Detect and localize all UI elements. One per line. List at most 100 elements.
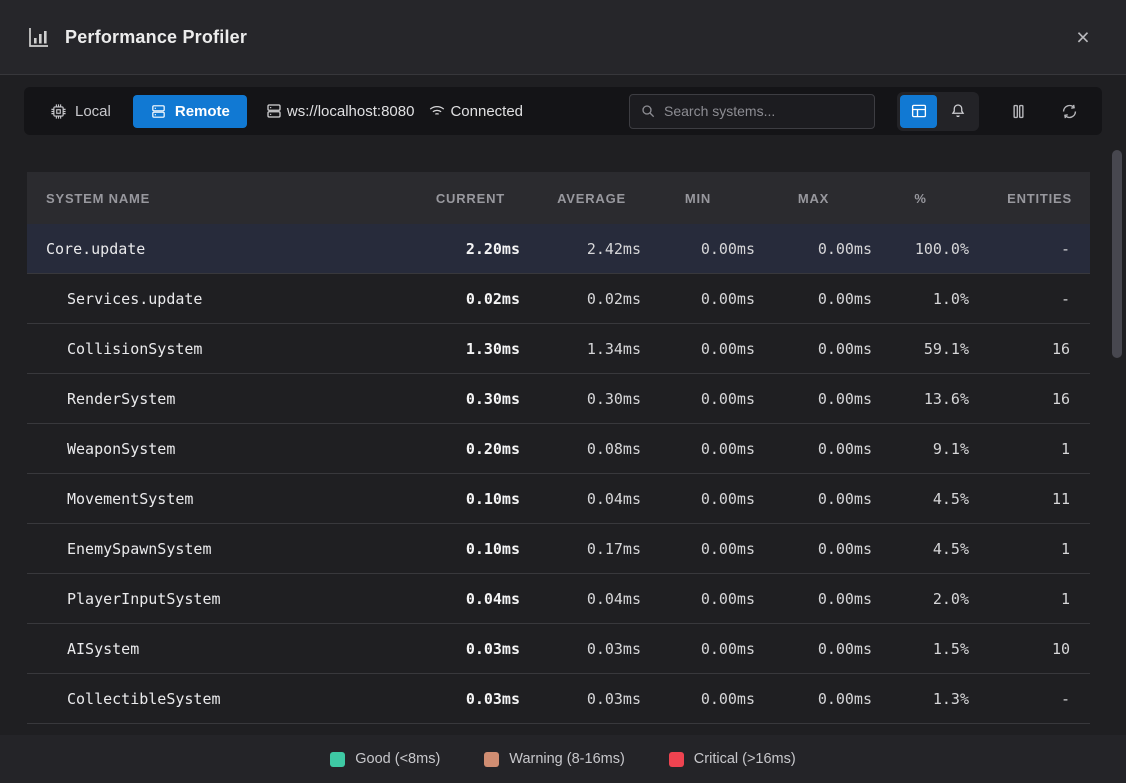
table-row[interactable]: Core.update2.20ms2.42ms0.00ms0.00ms100.0… xyxy=(27,224,1090,274)
local-source-label: Local xyxy=(75,103,111,120)
cell-max: 0.00ms xyxy=(755,440,872,458)
legend-label-warning: Warning (8-16ms) xyxy=(509,751,625,767)
cell-name: MovementSystem xyxy=(27,490,390,508)
cell-current: 0.10ms xyxy=(390,490,520,508)
cell-name: Core.update xyxy=(27,240,390,258)
cell-percent: 9.1% xyxy=(872,440,969,458)
cell-max: 0.00ms xyxy=(755,590,872,608)
cell-average: 0.03ms xyxy=(520,690,641,708)
table-row[interactable]: Services.update0.02ms0.02ms0.00ms0.00ms1… xyxy=(27,274,1090,324)
cell-entities: - xyxy=(969,240,1090,258)
cell-percent: 2.0% xyxy=(872,590,969,608)
scrollbar-thumb[interactable] xyxy=(1112,150,1122,358)
column-header-entities: ENTITIES xyxy=(969,191,1090,206)
cell-percent: 59.1% xyxy=(872,340,969,358)
column-header-percent: % xyxy=(872,191,969,206)
table-header: SYSTEM NAME CURRENT AVERAGE MIN MAX % EN… xyxy=(27,172,1090,224)
cell-entities: 1 xyxy=(969,440,1090,458)
cell-max: 0.00ms xyxy=(755,290,872,308)
cell-name: EnemySpawnSystem xyxy=(27,540,390,558)
local-source-button[interactable]: Local xyxy=(36,95,125,128)
warning-swatch-icon xyxy=(484,752,499,767)
cell-name: WeaponSystem xyxy=(27,440,390,458)
cell-current: 2.20ms xyxy=(390,240,520,258)
search-icon xyxy=(640,103,656,119)
cell-current: 0.20ms xyxy=(390,440,520,458)
cell-entities: 11 xyxy=(969,490,1090,508)
connection-status: Connected xyxy=(428,102,523,120)
legend-item-critical: Critical (>16ms) xyxy=(669,751,796,767)
cell-percent: 1.3% xyxy=(872,690,969,708)
cell-percent: 1.5% xyxy=(872,640,969,658)
cell-min: 0.00ms xyxy=(641,390,755,408)
close-icon: × xyxy=(1076,26,1089,49)
cell-min: 0.00ms xyxy=(641,540,755,558)
search-input[interactable] xyxy=(664,103,864,119)
refresh-button[interactable] xyxy=(1052,94,1086,128)
cell-current: 0.03ms xyxy=(390,640,520,658)
cell-min: 0.00ms xyxy=(641,590,755,608)
cell-max: 0.00ms xyxy=(755,540,872,558)
table-row[interactable]: MovementSystem0.10ms0.04ms0.00ms0.00ms4.… xyxy=(27,474,1090,524)
pause-icon xyxy=(1009,102,1028,121)
cell-min: 0.00ms xyxy=(641,290,755,308)
alerts-button[interactable] xyxy=(939,95,976,128)
cell-name: Services.update xyxy=(27,290,390,308)
table-row[interactable]: RenderSystem0.30ms0.30ms0.00ms0.00ms13.6… xyxy=(27,374,1090,424)
table-icon xyxy=(910,102,928,120)
legend-label-good: Good (<8ms) xyxy=(355,751,440,767)
legend-item-good: Good (<8ms) xyxy=(330,751,440,767)
cell-max: 0.00ms xyxy=(755,690,872,708)
cell-entities: 1 xyxy=(969,540,1090,558)
table-view-button[interactable] xyxy=(900,95,937,128)
connection-status-text: Connected xyxy=(450,103,523,120)
cell-percent: 4.5% xyxy=(872,540,969,558)
column-header-system-name: SYSTEM NAME xyxy=(27,191,390,206)
cell-min: 0.00ms xyxy=(641,340,755,358)
remote-source-label: Remote xyxy=(175,103,230,120)
legend-label-critical: Critical (>16ms) xyxy=(694,751,796,767)
cell-average: 0.04ms xyxy=(520,590,641,608)
column-header-min: MIN xyxy=(641,191,755,206)
connection-url-text: ws://localhost:8080 xyxy=(287,103,415,120)
cell-name: CollectibleSystem xyxy=(27,690,390,708)
column-header-max: MAX xyxy=(755,191,872,206)
remote-source-button[interactable]: Remote xyxy=(133,95,247,128)
refresh-icon xyxy=(1060,102,1079,121)
column-header-average: AVERAGE xyxy=(520,191,641,206)
cell-average: 1.34ms xyxy=(520,340,641,358)
good-swatch-icon xyxy=(330,752,345,767)
table-row[interactable]: PlayerInputSystem0.04ms0.04ms0.00ms0.00m… xyxy=(27,574,1090,624)
cell-name: PlayerInputSystem xyxy=(27,590,390,608)
cell-percent: 100.0% xyxy=(872,240,969,258)
bell-icon xyxy=(949,102,967,120)
cell-current: 0.02ms xyxy=(390,290,520,308)
cell-average: 2.42ms xyxy=(520,240,641,258)
table-row[interactable]: WeaponSystem0.20ms0.08ms0.00ms0.00ms9.1%… xyxy=(27,424,1090,474)
table-row[interactable]: AISystem0.03ms0.03ms0.00ms0.00ms1.5%10 xyxy=(27,624,1090,674)
cell-name: AISystem xyxy=(27,640,390,658)
titlebar: Performance Profiler × xyxy=(0,0,1126,75)
cell-name: RenderSystem xyxy=(27,390,390,408)
cell-current: 0.10ms xyxy=(390,540,520,558)
legend-item-warning: Warning (8-16ms) xyxy=(484,751,625,767)
table-row[interactable]: CollectibleSystem0.03ms0.03ms0.00ms0.00m… xyxy=(27,674,1090,724)
cell-min: 0.00ms xyxy=(641,240,755,258)
cell-entities: 16 xyxy=(969,390,1090,408)
table-body: Core.update2.20ms2.42ms0.00ms0.00ms100.0… xyxy=(27,224,1090,724)
table-row[interactable]: CollisionSystem1.30ms1.34ms0.00ms0.00ms5… xyxy=(27,324,1090,374)
cell-max: 0.00ms xyxy=(755,390,872,408)
column-header-current: CURRENT xyxy=(390,191,520,206)
pause-button[interactable] xyxy=(1001,94,1035,128)
connection-url: ws://localhost:8080 xyxy=(265,102,415,120)
status-legend: Good (<8ms) Warning (8-16ms) Critical (>… xyxy=(0,735,1126,783)
cell-entities: 1 xyxy=(969,590,1090,608)
cell-percent: 13.6% xyxy=(872,390,969,408)
cell-min: 0.00ms xyxy=(641,440,755,458)
cell-average: 0.04ms xyxy=(520,490,641,508)
cell-current: 0.04ms xyxy=(390,590,520,608)
close-button[interactable]: × xyxy=(1066,20,1100,54)
table-row[interactable]: EnemySpawnSystem0.10ms0.17ms0.00ms0.00ms… xyxy=(27,524,1090,574)
cell-min: 0.00ms xyxy=(641,490,755,508)
performance-profiler-window: Performance Profiler × Local Remote xyxy=(0,0,1126,783)
